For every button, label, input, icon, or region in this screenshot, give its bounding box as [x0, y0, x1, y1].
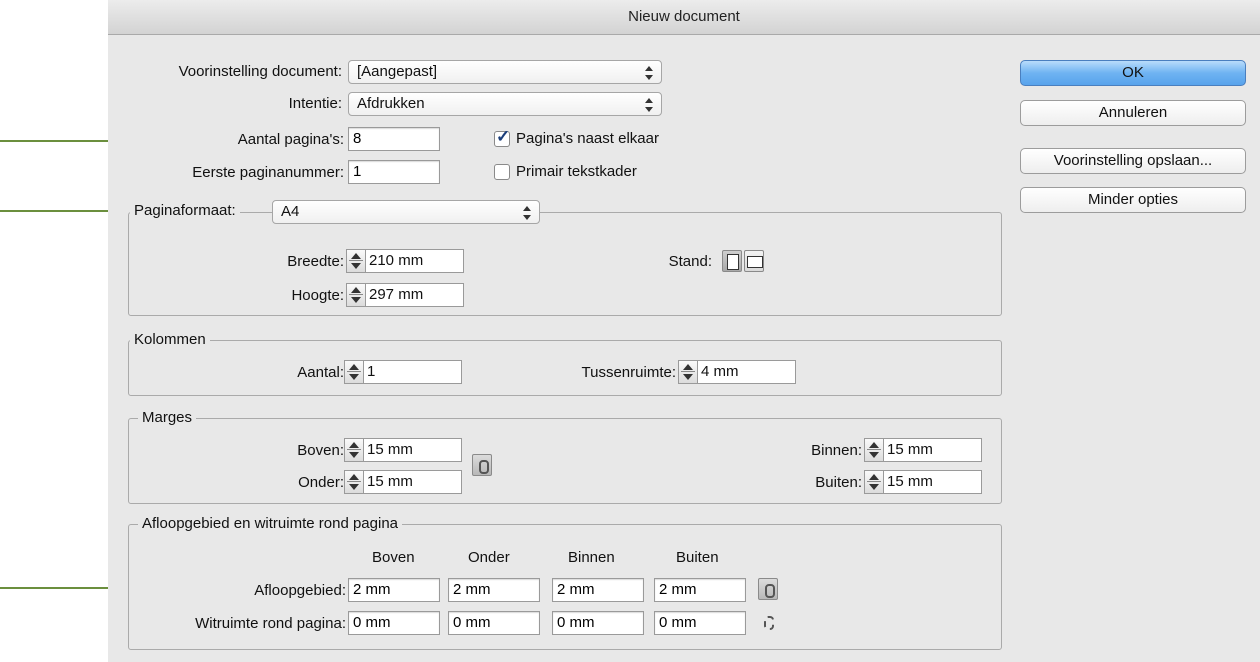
bleed-bottom-input[interactable]: 2 mm	[448, 578, 540, 602]
stepper-arrows-icon[interactable]	[345, 471, 364, 493]
stepper-arrows-icon[interactable]	[679, 361, 698, 383]
portrait-orientation-icon[interactable]	[722, 250, 742, 272]
intent-value: Afdrukken	[357, 95, 425, 112]
select-arrows-icon	[645, 98, 653, 112]
preset-select[interactable]: [Aangepast]	[348, 60, 662, 84]
bleed-inside-input[interactable]: 2 mm	[552, 578, 644, 602]
select-arrows-icon	[645, 66, 653, 80]
column-count-value: 1	[367, 363, 376, 380]
facing-pages-label: Pagina's naast elkaar	[516, 130, 659, 147]
ok-button[interactable]: OK	[1020, 60, 1246, 86]
preset-label: Voorinstelling document:	[178, 63, 342, 80]
cancel-button[interactable]: Annuleren	[1020, 100, 1246, 126]
bleed-col-top: Boven	[372, 549, 415, 566]
dialog-title: Nieuw document	[108, 0, 1260, 35]
bleed-col-bottom: Onder	[468, 549, 510, 566]
stepper-arrows-icon[interactable]	[345, 361, 364, 383]
slug-label: Witruimte rond pagina:	[195, 615, 346, 632]
bleed-link-icon[interactable]	[758, 578, 778, 600]
margin-outside-label: Buiten:	[815, 474, 862, 491]
preset-value: [Aangepast]	[357, 63, 438, 80]
annotation-arrow-page-size	[0, 210, 116, 212]
gutter-stepper[interactable]: 4 mm	[678, 360, 796, 384]
save-preset-button[interactable]: Voorinstelling opslaan...	[1020, 148, 1246, 174]
slug-outside-input[interactable]: 0 mm	[654, 611, 746, 635]
margin-bottom-value: 15 mm	[367, 473, 413, 490]
bleed-outside-input[interactable]: 2 mm	[654, 578, 746, 602]
pages-label: Aantal pagina's:	[237, 131, 344, 148]
margin-inside-label: Binnen:	[811, 442, 862, 459]
margins-title: Marges	[138, 408, 197, 428]
height-stepper[interactable]: 297 mm	[346, 283, 464, 307]
stepper-arrows-icon[interactable]	[865, 439, 884, 461]
start-page-label: Eerste paginanummer:	[192, 164, 344, 181]
stepper-arrows-icon[interactable]	[347, 250, 366, 272]
bleed-label: Afloopgebied:	[254, 582, 346, 599]
height-value: 297 mm	[369, 286, 424, 303]
bleed-col-outside: Buiten	[676, 549, 719, 566]
margin-inside-stepper[interactable]: 15 mm	[864, 438, 982, 462]
gutter-value: 4 mm	[701, 363, 739, 380]
margin-bottom-stepper[interactable]: 15 mm	[344, 470, 462, 494]
bleed-col-inside: Binnen	[568, 549, 615, 566]
width-label: Breedte:	[287, 253, 344, 270]
stepper-arrows-icon[interactable]	[347, 284, 366, 306]
intent-select[interactable]: Afdrukken	[348, 92, 662, 116]
fewer-options-button[interactable]: Minder opties	[1020, 187, 1246, 213]
stepper-arrows-icon[interactable]	[865, 471, 884, 493]
checkmark-icon: ✓	[496, 127, 511, 146]
intent-label: Intentie:	[288, 95, 342, 112]
columns-title: Kolommen	[130, 330, 210, 350]
margin-outside-value: 15 mm	[887, 473, 933, 490]
pages-input[interactable]: 8	[348, 127, 440, 151]
new-document-dialog: Nieuw document Voorinstelling document: …	[108, 0, 1260, 662]
margin-top-value: 15 mm	[367, 441, 413, 458]
slug-bottom-input[interactable]: 0 mm	[448, 611, 540, 635]
column-count-stepper[interactable]: 1	[344, 360, 462, 384]
gutter-label: Tussenruimte:	[581, 364, 676, 381]
margin-top-stepper[interactable]: 15 mm	[344, 438, 462, 462]
primary-text-frame-label: Primair tekstkader	[516, 163, 637, 180]
margins-link-icon[interactable]	[472, 454, 492, 476]
column-count-label: Aantal:	[297, 364, 344, 381]
width-value: 210 mm	[369, 252, 424, 269]
page-size-select[interactable]: A4	[272, 200, 540, 224]
bleed-slug-title: Afloopgebied en witruimte rond pagina	[138, 514, 403, 534]
margin-bottom-label: Onder:	[298, 474, 344, 491]
page-size-label: Paginaformaat:	[130, 201, 240, 221]
landscape-orientation-icon[interactable]	[744, 250, 764, 272]
stepper-arrows-icon[interactable]	[345, 439, 364, 461]
bleed-top-input[interactable]: 2 mm	[348, 578, 440, 602]
orientation-label: Stand:	[668, 253, 712, 270]
slug-top-input[interactable]: 0 mm	[348, 611, 440, 635]
primary-text-frame-checkbox[interactable]	[494, 164, 510, 180]
width-stepper[interactable]: 210 mm	[346, 249, 464, 273]
facing-pages-checkbox[interactable]: ✓	[494, 127, 510, 147]
margin-outside-stepper[interactable]: 15 mm	[864, 470, 982, 494]
margin-top-label: Boven:	[297, 442, 344, 459]
start-page-input[interactable]: 1	[348, 160, 440, 184]
page-size-value: A4	[281, 203, 300, 220]
height-label: Hoogte:	[291, 287, 344, 304]
slug-unlink-icon[interactable]	[758, 611, 778, 633]
margin-inside-value: 15 mm	[887, 441, 933, 458]
select-arrows-icon	[523, 206, 531, 220]
slug-inside-input[interactable]: 0 mm	[552, 611, 644, 635]
